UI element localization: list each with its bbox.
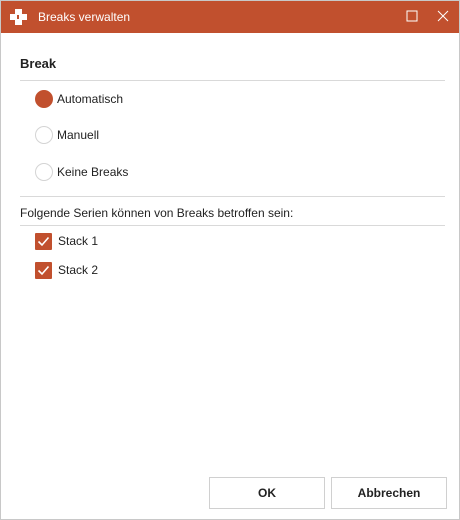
app-logo-icon — [10, 9, 28, 25]
breaks-dialog: Breaks verwalten Break Automatisch Manue… — [0, 0, 460, 520]
checkbox-label: Stack 1 — [58, 234, 99, 248]
ok-button[interactable]: OK — [209, 477, 325, 509]
radio-selected-icon — [35, 90, 53, 108]
checkbox-stack-2[interactable]: Stack 2 — [35, 261, 98, 279]
radio-automatisch[interactable]: Automatisch — [35, 89, 123, 109]
title-bar: Breaks verwalten — [1, 1, 459, 33]
maximize-icon — [406, 10, 418, 25]
radio-keine-breaks[interactable]: Keine Breaks — [35, 162, 128, 182]
divider — [20, 196, 445, 197]
radio-unselected-icon — [35, 163, 53, 181]
series-section-label: Folgende Serien können von Breaks betrof… — [20, 206, 294, 220]
maximize-button[interactable] — [398, 1, 426, 33]
checkmark-icon — [35, 261, 52, 279]
radio-label: Keine Breaks — [57, 165, 129, 179]
checkbox-stack-1[interactable]: Stack 1 — [35, 232, 98, 250]
checkbox-label: Stack 2 — [58, 263, 99, 277]
window-title: Breaks verwalten — [38, 10, 131, 24]
divider — [20, 80, 445, 81]
radio-label: Automatisch — [57, 92, 124, 106]
radio-manuell[interactable]: Manuell — [35, 125, 99, 145]
close-button[interactable] — [429, 1, 457, 33]
checkmark-icon — [35, 232, 52, 250]
radio-unselected-icon — [35, 126, 53, 144]
break-section-title: Break — [20, 56, 57, 71]
divider — [20, 225, 445, 226]
radio-label: Manuell — [57, 128, 100, 142]
close-icon — [437, 10, 449, 25]
cancel-button[interactable]: Abbrechen — [331, 477, 447, 509]
